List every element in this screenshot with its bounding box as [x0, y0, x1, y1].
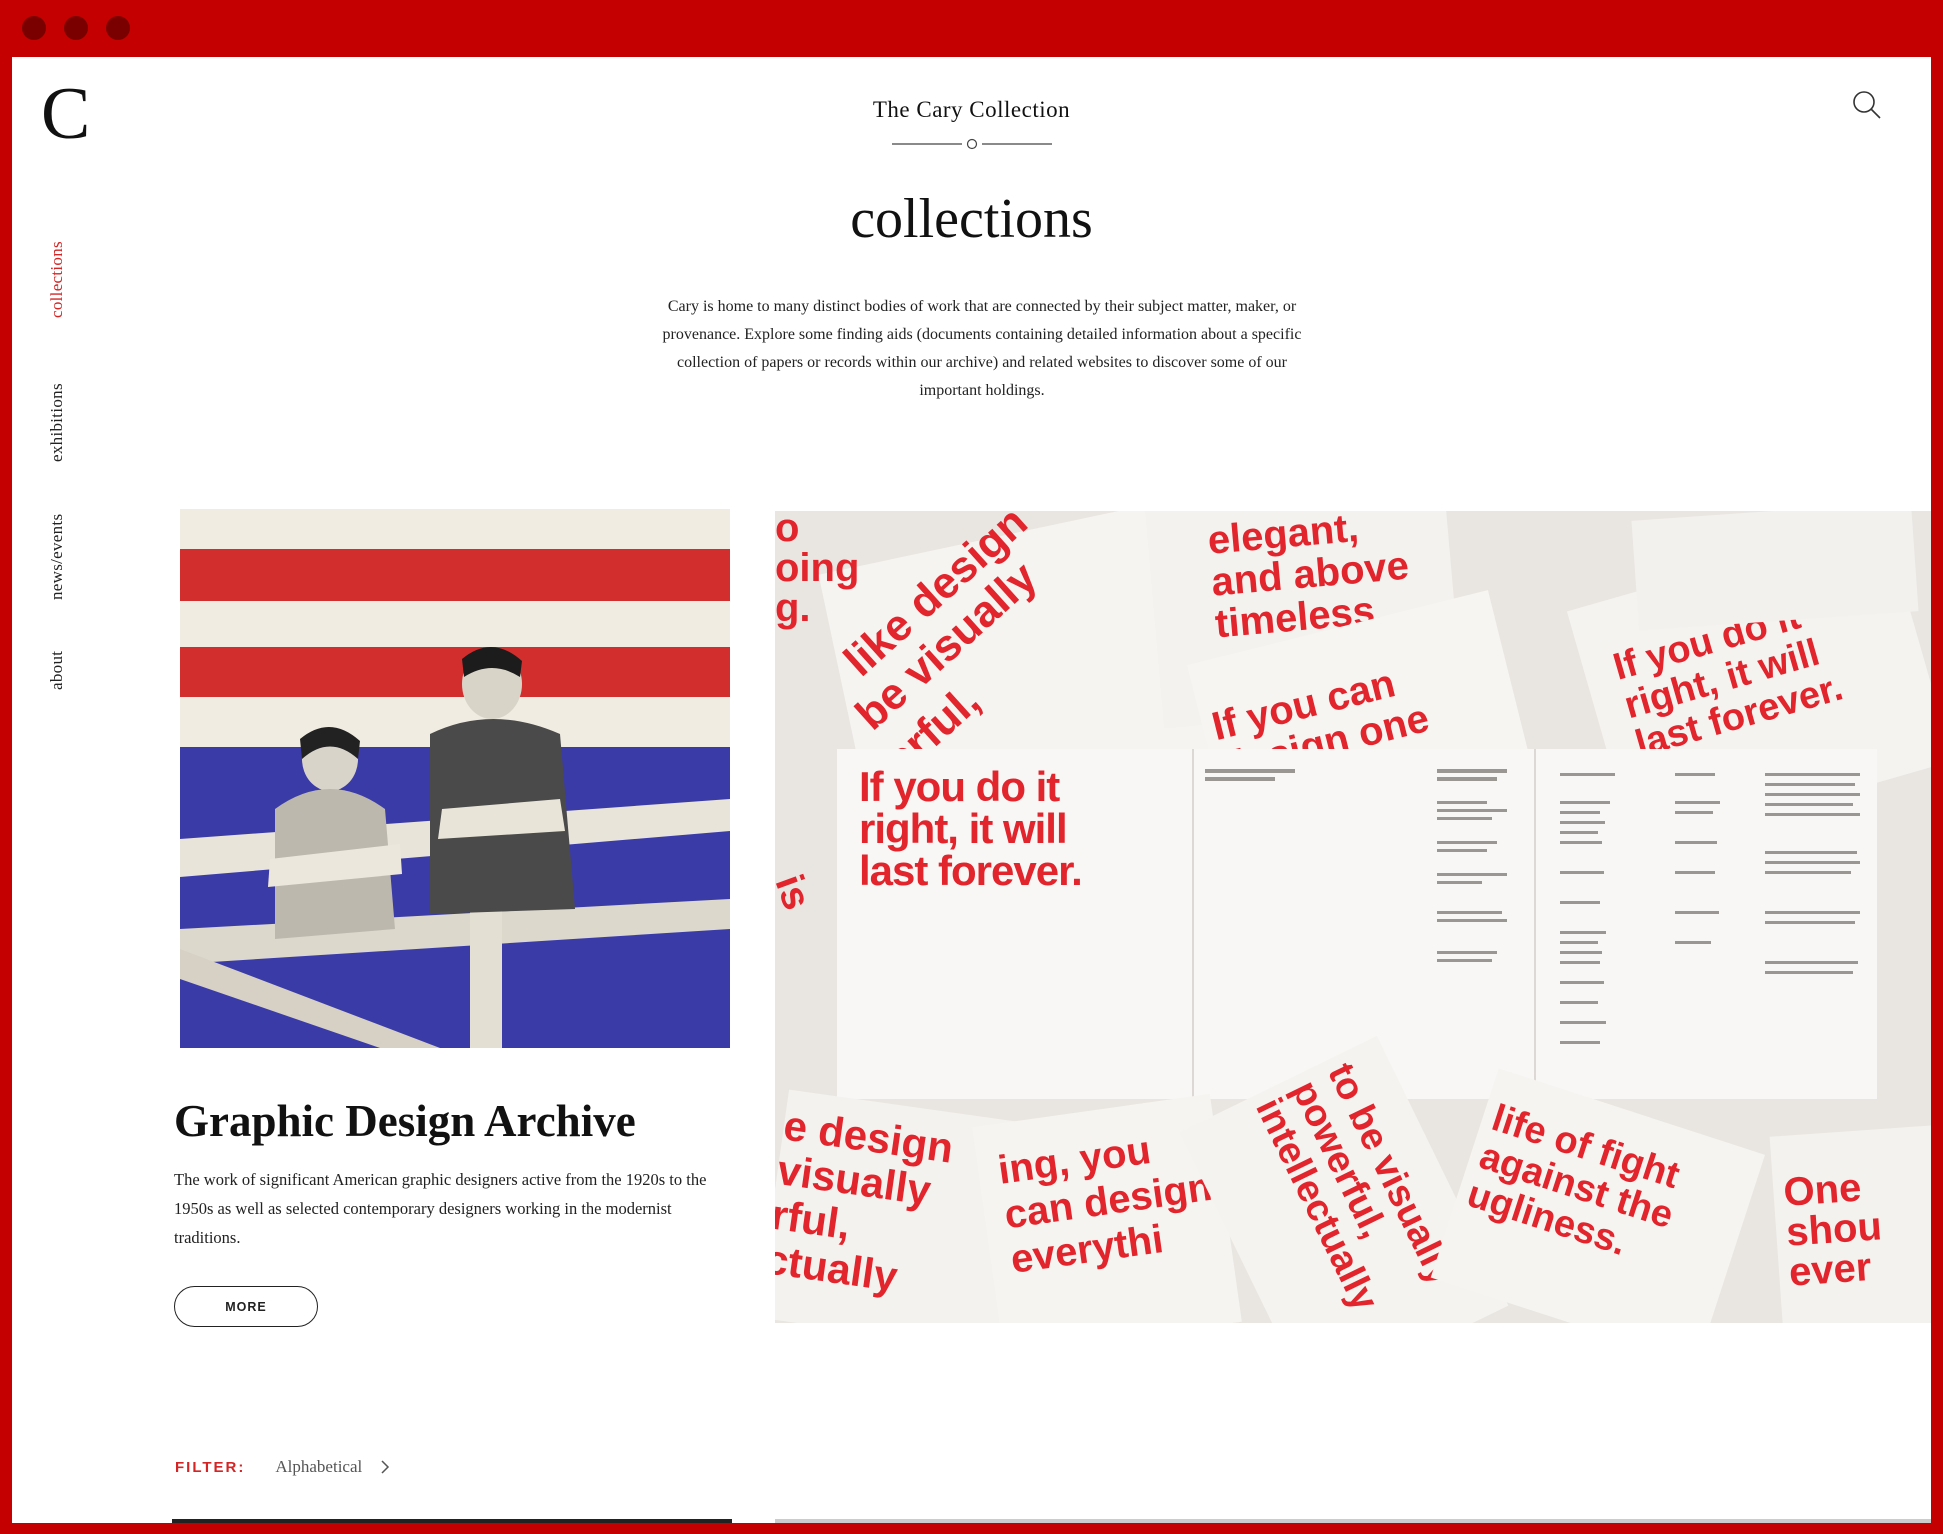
- site-title[interactable]: The Cary Collection: [12, 97, 1931, 123]
- poster-line-3: last forever.: [859, 847, 1082, 894]
- flag-poster-illustration: [180, 509, 730, 1048]
- nav-item-about[interactable]: about: [47, 651, 67, 690]
- filter-dropdown[interactable]: Alphabetical: [275, 1457, 362, 1477]
- intro-text: Cary is home to many distinct bodies of …: [662, 298, 1302, 399]
- filter-label: FILTER:: [175, 1458, 246, 1476]
- svg-text:o: o: [775, 511, 799, 550]
- more-button[interactable]: MORE: [174, 1286, 318, 1327]
- poster-line-1: If you do it: [859, 763, 1060, 810]
- nav-item-exhibitions[interactable]: exhibitions: [47, 383, 67, 462]
- window-chrome: [0, 0, 1943, 57]
- feature-description: The work of significant American graphic…: [174, 1170, 707, 1247]
- chevron-right-icon[interactable]: [380, 1459, 390, 1475]
- title-divider: [892, 138, 1052, 150]
- window-maximize-dot[interactable]: [106, 16, 130, 40]
- window-close-dot[interactable]: [22, 16, 46, 40]
- feature-image[interactable]: [180, 509, 730, 1048]
- svg-text:ever: ever: [1788, 1245, 1873, 1295]
- next-card-top-edge: [172, 1519, 732, 1523]
- poster-line-2: right, it will: [859, 805, 1067, 852]
- filter-bar: FILTER: Alphabetical: [175, 1457, 390, 1477]
- feature-title[interactable]: Graphic Design Archive: [174, 1095, 636, 1147]
- svg-text:g.: g.: [775, 586, 811, 630]
- window-minimize-dot[interactable]: [64, 16, 88, 40]
- svg-text:oing: oing: [775, 546, 859, 590]
- collection-photo[interactable]: like design be visually erful, elegant, …: [775, 511, 1931, 1323]
- page-viewport: C collections exhibitions news/events ab…: [12, 57, 1931, 1523]
- nav-item-collections[interactable]: collections: [47, 241, 67, 318]
- next-card-top-edge-right: [775, 1519, 1931, 1523]
- nav-item-news-events[interactable]: news/events: [47, 514, 67, 600]
- page-title: collections: [850, 188, 1093, 250]
- poster-collage-illustration: like design be visually erful, elegant, …: [775, 511, 1931, 1323]
